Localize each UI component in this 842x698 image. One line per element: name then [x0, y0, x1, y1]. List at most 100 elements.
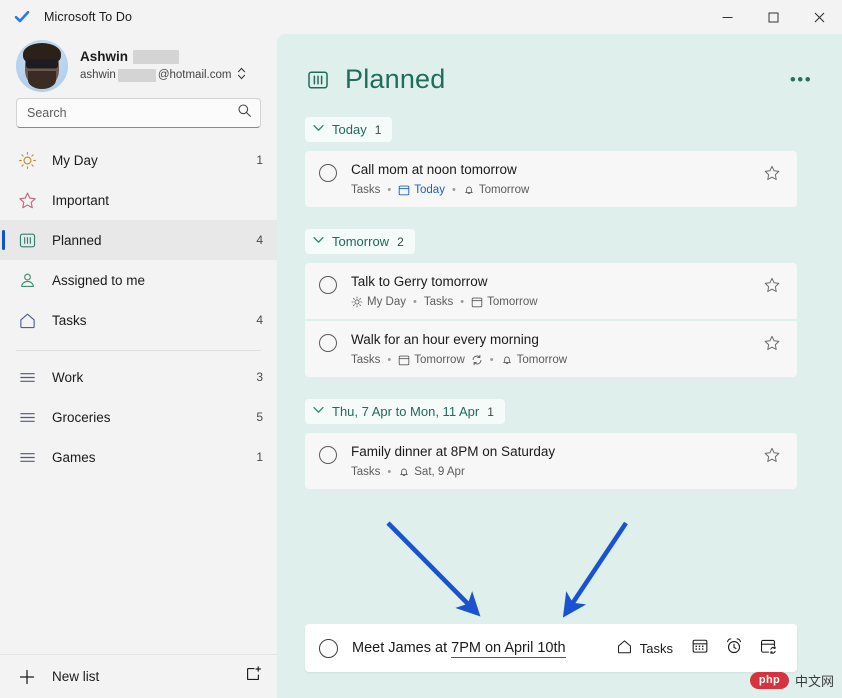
chevron-down-icon[interactable]: [313, 406, 324, 417]
meta-separator: •: [489, 353, 494, 366]
home-icon: [616, 638, 633, 658]
task-complete-toggle[interactable]: [319, 334, 337, 352]
task-due-date: Tomorrow: [398, 354, 482, 366]
task-complete-toggle[interactable]: [319, 276, 337, 294]
due-date-button[interactable]: [685, 633, 715, 663]
calendar-icon: [471, 296, 483, 308]
add-task-text-before: Meet James at: [352, 640, 452, 656]
new-list-label: New list: [52, 669, 100, 684]
task-list-scroll[interactable]: Today 1 Call mom at noon tomorrow Tasks …: [277, 95, 842, 624]
meta-separator: •: [460, 295, 465, 308]
sidebar-item-count: 5: [256, 410, 263, 424]
task-list-name: Tasks: [351, 353, 381, 366]
group-count: 1: [374, 122, 382, 137]
sidebar-item-my-day[interactable]: My Day 1: [0, 140, 277, 180]
watermark-text: 中文网: [794, 674, 834, 689]
main-panel: Planned ••• Today 1 Call mom at noon tom…: [277, 34, 842, 698]
task-metadata: My Day • Tasks • Tomorrow: [351, 296, 763, 308]
star-icon: [16, 191, 38, 210]
task-complete-toggle[interactable]: [319, 164, 337, 182]
task-metadata: Tasks • Sat, 9 Apr: [351, 466, 763, 478]
meta-separator: •: [387, 183, 392, 196]
list-icon: [16, 448, 38, 467]
group-header-tomorrow[interactable]: Tomorrow 2: [305, 229, 415, 254]
sidebar-item-groceries[interactable]: Groceries 5: [0, 397, 277, 437]
task-due-date: Today: [398, 184, 445, 196]
account-switcher[interactable]: Ashwin ashwin @hotmail.com: [0, 34, 277, 98]
account-email-row: ashwin @hotmail.com: [80, 67, 246, 83]
bell-icon: [463, 184, 475, 196]
group-name: Thu, 7 Apr to Mon, 11 Apr: [332, 404, 480, 419]
add-task-bar[interactable]: Meet James at 7PM on April 10th Tasks: [305, 624, 797, 672]
sidebar-item-games[interactable]: Games 1: [0, 437, 277, 477]
sidebar-item-important[interactable]: Important: [0, 180, 277, 220]
task-complete-toggle[interactable]: [319, 446, 337, 464]
sidebar-item-label: Planned: [52, 232, 102, 248]
planned-icon: [305, 67, 331, 93]
sidebar-item-label: Tasks: [52, 312, 87, 328]
group-count: 1: [487, 404, 494, 419]
window-title: Microsoft To Do: [44, 10, 133, 24]
more-options-button[interactable]: •••: [786, 65, 816, 95]
smart-list-nav: My Day 1 Important Planned 4 Assigned to…: [0, 140, 277, 340]
account-name-row: Ashwin: [80, 49, 246, 66]
chevron-up-down-icon[interactable]: [237, 67, 246, 83]
chevron-down-icon[interactable]: [313, 124, 324, 135]
calendar-icon: [398, 354, 410, 366]
task-due-date: Tomorrow: [471, 296, 538, 308]
task-title: Call mom at noon tomorrow: [351, 162, 517, 177]
sun-icon: [16, 151, 38, 170]
sidebar-item-planned[interactable]: Planned 4: [0, 220, 277, 260]
circle-icon[interactable]: [319, 638, 338, 658]
custom-list-nav: Work 3 Groceries 5 Games 1: [0, 357, 277, 477]
task-row[interactable]: Family dinner at 8PM on Saturday Tasks •: [305, 433, 797, 489]
sidebar-item-work[interactable]: Work 3: [0, 357, 277, 397]
main-header: Planned •••: [277, 34, 842, 95]
list-picker-button[interactable]: Tasks: [608, 633, 681, 663]
search-icon[interactable]: [237, 103, 252, 123]
task-row[interactable]: Talk to Gerry tomorrow My Day • Tasks • …: [305, 263, 797, 319]
new-group-icon[interactable]: [245, 665, 263, 688]
task-row[interactable]: Walk for an hour every morning Tasks • T…: [305, 321, 797, 377]
group-header-today[interactable]: Today 1: [305, 117, 393, 142]
sidebar-item-label: Work: [52, 369, 84, 385]
account-name: Ashwin: [80, 48, 129, 64]
task-list-name: Tasks: [351, 465, 381, 478]
repeat-button[interactable]: [753, 633, 783, 663]
meta-separator: •: [387, 465, 392, 478]
repeat-icon: [471, 354, 483, 366]
chevron-down-icon[interactable]: [313, 236, 324, 247]
star-outline-icon[interactable]: [763, 164, 783, 184]
title-bar: Microsoft To Do: [0, 0, 842, 34]
maximize-button[interactable]: [750, 0, 796, 34]
sidebar-item-assigned-to-me[interactable]: Assigned to me: [0, 260, 277, 300]
search-box[interactable]: [16, 98, 261, 128]
list-icon: [16, 368, 38, 387]
add-task-input[interactable]: Meet James at 7PM on April 10th: [352, 640, 608, 658]
sidebar-item-label: Games: [52, 449, 96, 465]
sidebar-item-tasks[interactable]: Tasks 4: [0, 300, 277, 340]
star-outline-icon[interactable]: [763, 334, 783, 354]
group-name: Tomorrow: [332, 234, 390, 249]
planned-icon: [16, 231, 38, 250]
sun-icon: [351, 296, 363, 308]
close-button[interactable]: [796, 0, 842, 34]
new-list-button[interactable]: New list: [0, 654, 277, 698]
plus-icon: [16, 668, 38, 686]
meta-separator: •: [451, 183, 456, 196]
star-outline-icon[interactable]: [763, 446, 783, 466]
alarm-clock-icon: [725, 637, 743, 660]
sidebar-divider: [16, 350, 261, 351]
list-picker-label: Tasks: [639, 640, 673, 656]
task-row[interactable]: Call mom at noon tomorrow Tasks • Today …: [305, 151, 797, 207]
minimize-button[interactable]: [704, 0, 750, 34]
group-header-date-range[interactable]: Thu, 7 Apr to Mon, 11 Apr 1: [305, 399, 505, 424]
sidebar-item-count: 4: [256, 313, 263, 327]
task-list-name: Tasks: [351, 183, 381, 196]
reminder-button[interactable]: [719, 633, 749, 663]
task-list-name: Tasks: [423, 295, 454, 308]
app-body: Ashwin ashwin @hotmail.com Search My Day…: [0, 34, 842, 698]
search-input[interactable]: [27, 106, 237, 120]
star-outline-icon[interactable]: [763, 276, 783, 296]
